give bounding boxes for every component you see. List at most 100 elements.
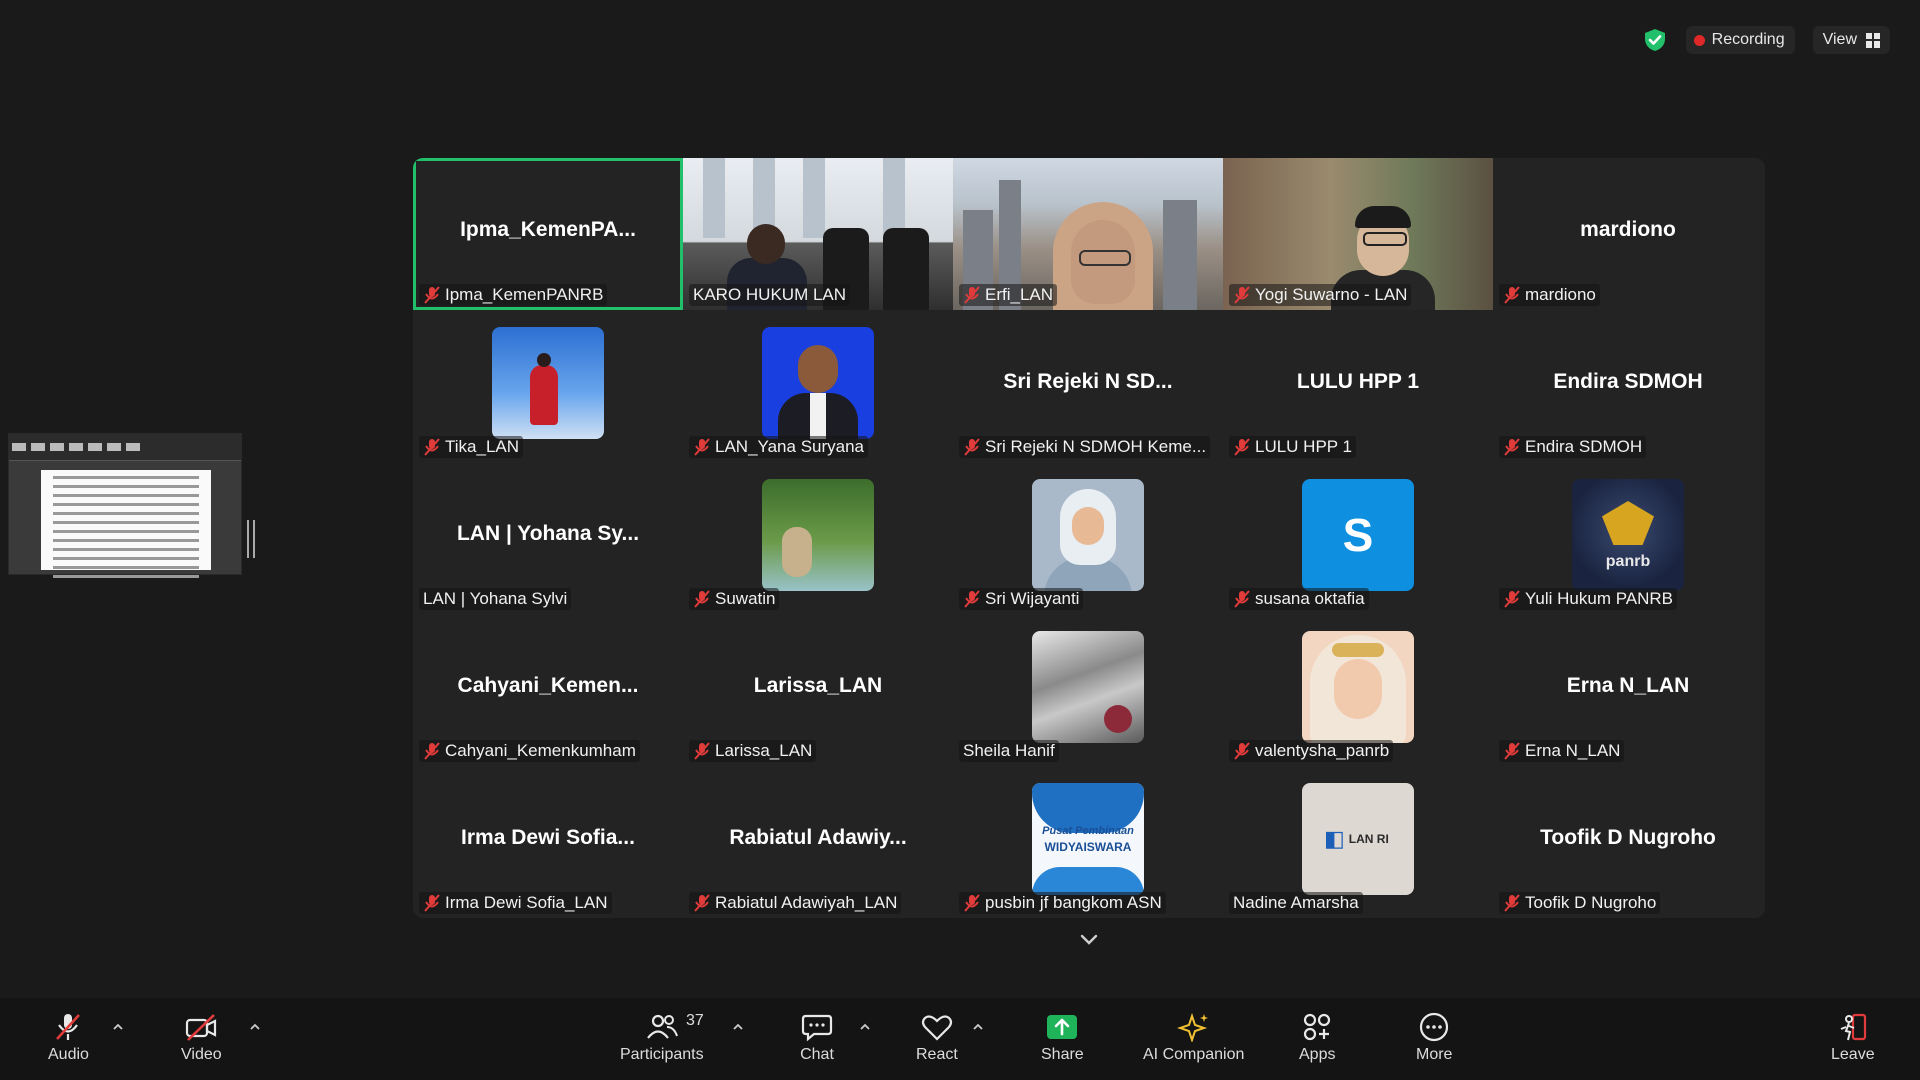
audio-label: Audio xyxy=(48,1046,89,1063)
garuda-emblem-icon xyxy=(1602,501,1654,545)
avatar-logo-text: LAN RI xyxy=(1348,832,1389,846)
participant-name-label: Rabiatul Adawiyah_LAN xyxy=(689,892,902,914)
mic-muted-icon xyxy=(1504,590,1520,608)
ai-companion-button[interactable]: AI Companion xyxy=(1143,1012,1244,1064)
audio-options-chevron-up-icon[interactable] xyxy=(112,1022,124,1032)
leave-exit-icon xyxy=(1840,1013,1866,1041)
participant-avatar xyxy=(1302,631,1414,743)
video-options-chevron-up-icon[interactable] xyxy=(249,1022,261,1032)
apps-button[interactable]: Apps xyxy=(1299,1012,1335,1064)
share-button[interactable]: Share xyxy=(1041,1012,1084,1064)
participant-display-name: Larissa_LAN xyxy=(753,674,883,697)
encryption-shield-icon[interactable] xyxy=(1642,27,1668,53)
mic-muted-icon xyxy=(424,438,440,456)
recording-indicator[interactable]: Recording xyxy=(1685,26,1795,54)
react-options-chevron-up-icon[interactable] xyxy=(972,1022,984,1032)
participant-tile[interactable]: Suwatin xyxy=(683,462,953,614)
ai-companion-label: AI Companion xyxy=(1143,1046,1245,1063)
participant-tile[interactable]: Sri Rejeki N SD... Sri Rejeki N SDMOH Ke… xyxy=(953,310,1223,462)
shared-screen-thumbnail[interactable] xyxy=(8,433,242,578)
participant-avatar xyxy=(492,327,604,439)
participant-tile[interactable]: Tika_LAN xyxy=(413,310,683,462)
participant-tile[interactable]: mardiono mardiono xyxy=(1493,158,1763,310)
participant-tile[interactable]: Rabiatul Adawiy... Rabiatul Adawiyah_LAN xyxy=(683,766,953,918)
participant-name-label: Cahyani_Kemenkumham xyxy=(419,740,640,762)
mic-muted-icon xyxy=(1504,894,1520,912)
participant-name-label: Yuli Hukum PANRB xyxy=(1499,588,1678,610)
video-button[interactable]: Video xyxy=(181,1012,222,1064)
participants-icon xyxy=(646,1014,678,1039)
participant-name-label: Larissa_LAN xyxy=(689,740,817,762)
participant-tile[interactable]: Ipma_KemenPA... Ipma_KemenPANRB xyxy=(413,158,683,310)
chevron-down-icon[interactable] xyxy=(1075,925,1103,953)
mic-muted-icon xyxy=(694,894,710,912)
thumbnail-resize-handle[interactable] xyxy=(247,520,255,558)
leave-label: Leave xyxy=(1831,1046,1875,1063)
video-label: Video xyxy=(181,1046,222,1063)
mic-muted-icon xyxy=(964,438,980,456)
lan-logo-icon: ◧ xyxy=(1324,826,1345,851)
participant-tile[interactable]: S susana oktafia xyxy=(1223,462,1493,614)
participant-tile[interactable]: LAN | Yohana Sy... LAN | Yohana Sylvi xyxy=(413,462,683,614)
participant-tile[interactable]: LAN_Yana Suryana xyxy=(683,310,953,462)
recording-dot-icon xyxy=(1693,34,1705,46)
gallery-view-icon xyxy=(1866,32,1880,48)
participant-tile[interactable]: panrb Yuli Hukum PANRB xyxy=(1493,462,1763,614)
participant-avatar: Pusat Pembinaan WIDYAISWARA xyxy=(1032,783,1144,895)
participant-tile[interactable]: Yogi Suwarno - LAN xyxy=(1223,158,1493,310)
participant-name-label: Nadine Amarsha xyxy=(1229,892,1363,914)
participant-display-name: mardiono xyxy=(1580,218,1676,241)
react-button[interactable]: React xyxy=(916,1012,958,1064)
participant-tile[interactable]: Pusat Pembinaan WIDYAISWARA pusbin jf ba… xyxy=(953,766,1223,918)
more-label: More xyxy=(1416,1046,1453,1063)
participant-tile[interactable]: Erfi_LAN xyxy=(953,158,1223,310)
mic-muted-icon xyxy=(964,286,980,304)
share-label: Share xyxy=(1041,1046,1084,1063)
mic-muted-icon xyxy=(694,438,710,456)
meeting-toolbar: Audio Video Participants 37 Chat React S… xyxy=(0,998,1920,1080)
chat-icon xyxy=(801,1014,833,1042)
participant-tile[interactable]: Larissa_LAN Larissa_LAN xyxy=(683,614,953,766)
participant-name-label: valentysha_panrb xyxy=(1229,740,1394,762)
view-label: View xyxy=(1822,31,1857,48)
participant-tile[interactable]: Irma Dewi Sofia... Irma Dewi Sofia_LAN xyxy=(413,766,683,918)
participant-tile[interactable]: KARO HUKUM LAN xyxy=(683,158,953,310)
react-label: React xyxy=(916,1046,958,1063)
chat-options-chevron-up-icon[interactable] xyxy=(859,1022,871,1032)
participant-name-label: mardiono xyxy=(1499,284,1600,306)
leave-button[interactable]: Leave xyxy=(1831,1012,1875,1064)
chat-button[interactable]: Chat xyxy=(800,1012,834,1064)
participant-name-label: LULU HPP 1 xyxy=(1229,436,1357,458)
audio-button[interactable]: Audio xyxy=(48,1012,89,1064)
meeting-status-bar: Recording View xyxy=(1642,26,1890,54)
participant-tile[interactable]: LULU HPP 1 LULU HPP 1 xyxy=(1223,310,1493,462)
participant-tile[interactable]: Erna N_LAN Erna N_LAN xyxy=(1493,614,1763,766)
mic-muted-icon xyxy=(424,286,440,304)
participant-name-label: Sri Rejeki N SDMOH Keme... xyxy=(959,436,1211,458)
participant-tile[interactable]: Cahyani_Kemen... Cahyani_Kemenkumham xyxy=(413,614,683,766)
avatar-logo-text: panrb xyxy=(1605,553,1651,570)
participant-tile[interactable]: Toofik D Nugroho Toofik D Nugroho xyxy=(1493,766,1763,918)
mic-muted-icon xyxy=(1234,286,1250,304)
participant-display-name: LAN | Yohana Sy... xyxy=(456,522,640,545)
more-button[interactable]: More xyxy=(1416,1012,1452,1064)
participant-tile[interactable]: Endira SDMOH Endira SDMOH xyxy=(1493,310,1763,462)
participant-name-label: susana oktafia xyxy=(1229,588,1369,610)
participant-tile[interactable]: ◧ LAN RI Nadine Amarsha xyxy=(1223,766,1493,918)
participant-tile[interactable]: Sheila Hanif xyxy=(953,614,1223,766)
mic-muted-icon xyxy=(964,590,980,608)
participant-display-name: Toofik D Nugroho xyxy=(1540,826,1716,849)
participant-display-name: Cahyani_Kemen... xyxy=(457,674,639,697)
mic-muted-icon xyxy=(1504,286,1520,304)
participant-tile[interactable]: valentysha_panrb xyxy=(1223,614,1493,766)
participants-label: Participants xyxy=(620,1046,704,1063)
participant-tile[interactable]: Sri Wijayanti xyxy=(953,462,1223,614)
participant-name-label: Erfi_LAN xyxy=(959,284,1058,306)
participants-options-chevron-up-icon[interactable] xyxy=(732,1022,744,1032)
avatar-logo-subtext: WIDYAISWARA xyxy=(1044,840,1132,854)
mic-muted-icon xyxy=(1504,438,1520,456)
gallery-grid: Ipma_KemenPA... Ipma_KemenPANRB KARO HUK… xyxy=(413,158,1765,918)
participant-display-name: Sri Rejeki N SD... xyxy=(1003,370,1173,393)
view-button[interactable]: View xyxy=(1812,26,1890,54)
participant-display-name: LULU HPP 1 xyxy=(1296,370,1420,393)
